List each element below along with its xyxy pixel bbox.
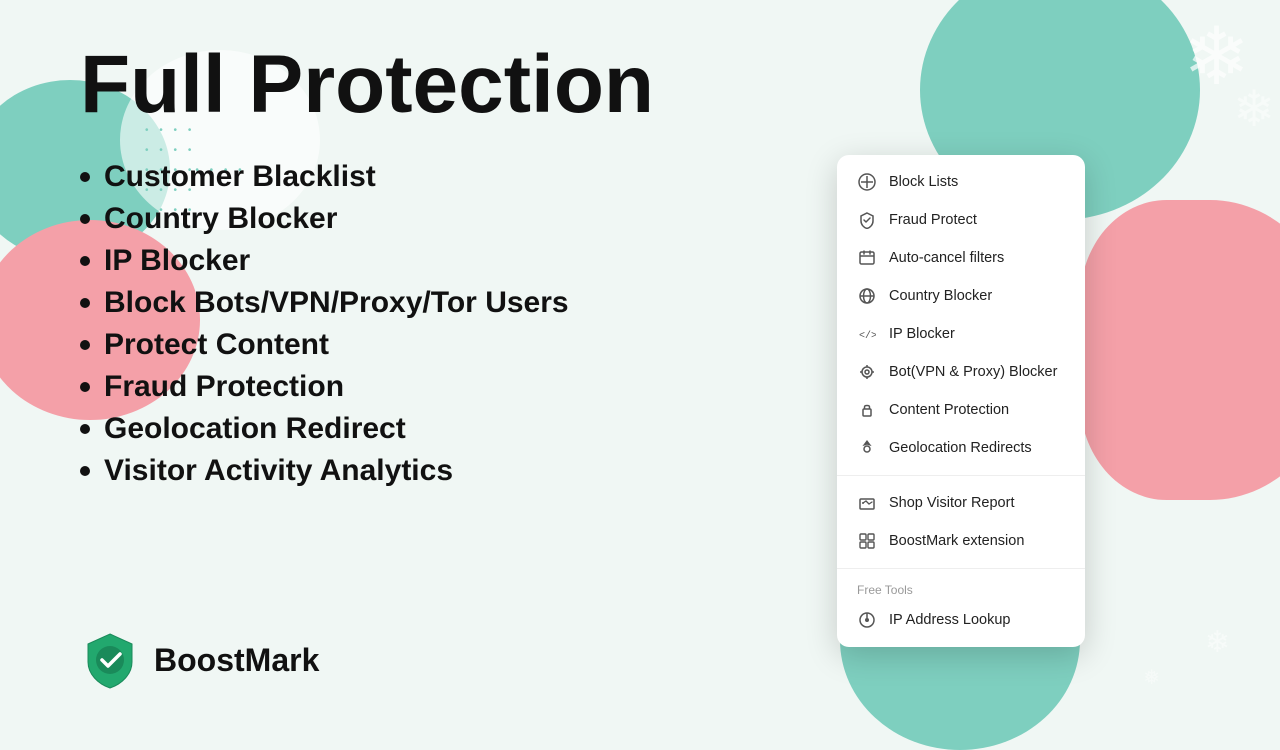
menu-item-boostmark-extension[interactable]: BoostMark extension <box>837 522 1085 560</box>
menu-item-block-lists-label: Block Lists <box>889 174 958 190</box>
logo-area: BoostMark <box>80 630 319 690</box>
logo-text: BoostMark <box>154 642 319 679</box>
feature-list-item: Protect Content <box>80 328 1280 362</box>
geolocation-icon <box>857 438 877 458</box>
menu-item-ip-blocker[interactable]: </> IP Blocker <box>837 315 1085 353</box>
content-protection-icon <box>857 400 877 420</box>
auto-cancel-icon <box>857 248 877 268</box>
menu-item-country-blocker[interactable]: Country Blocker <box>837 277 1085 315</box>
menu-item-auto-cancel[interactable]: Auto-cancel filters <box>837 239 1085 277</box>
ip-blocker-icon: </> <box>857 324 877 344</box>
country-blocker-icon <box>857 286 877 306</box>
menu-item-ip-address-lookup[interactable]: IP Address Lookup <box>837 601 1085 639</box>
logo-icon <box>80 630 140 690</box>
feature-list-item: Customer Blacklist <box>80 160 1280 194</box>
feature-list-item: Geolocation Redirect <box>80 412 1280 446</box>
menu-item-bot-blocker[interactable]: Bot(VPN & Proxy) Blocker <box>837 353 1085 391</box>
menu-item-ip-address-lookup-label: IP Address Lookup <box>889 612 1010 628</box>
feature-list-item: IP Blocker <box>80 244 1280 278</box>
page-title: Full Protection <box>80 40 1280 130</box>
feature-list-item: Visitor Activity Analytics <box>80 454 1280 488</box>
menu-item-shop-visitor-report[interactable]: Shop Visitor Report <box>837 484 1085 522</box>
menu-item-fraud-protect-label: Fraud Protect <box>889 212 977 228</box>
svg-text:</>: </> <box>859 330 876 342</box>
snowflake-decoration-3: ❄ <box>1205 625 1230 660</box>
bot-blocker-icon <box>857 362 877 382</box>
menu-item-shop-visitor-label: Shop Visitor Report <box>889 495 1014 511</box>
main-content: Full Protection Customer Blacklist Countr… <box>0 0 1280 488</box>
block-lists-icon <box>857 172 877 192</box>
menu-item-geolocation-redirects-label: Geolocation Redirects <box>889 440 1032 456</box>
menu-divider-2 <box>837 568 1085 569</box>
menu-item-block-lists[interactable]: Block Lists <box>837 163 1085 201</box>
menu-section-label-free-tools: Free Tools <box>837 577 1085 601</box>
feature-list-item: Block Bots/VPN/Proxy/Tor Users <box>80 286 1280 320</box>
extension-icon <box>857 531 877 551</box>
menu-item-ip-blocker-label: IP Blocker <box>889 326 955 342</box>
ip-lookup-icon <box>857 610 877 630</box>
menu-item-auto-cancel-label: Auto-cancel filters <box>889 250 1004 266</box>
feature-list-item: Country Blocker <box>80 202 1280 236</box>
menu-item-content-protection-label: Content Protection <box>889 402 1009 418</box>
menu-item-bot-blocker-label: Bot(VPN & Proxy) Blocker <box>889 364 1057 380</box>
dropdown-menu: Block Lists Fraud Protect Auto-cancel fi… <box>837 155 1085 647</box>
menu-item-geolocation-redirects[interactable]: Geolocation Redirects <box>837 429 1085 467</box>
menu-item-fraud-protect[interactable]: Fraud Protect <box>837 201 1085 239</box>
menu-item-boostmark-extension-label: BoostMark extension <box>889 533 1024 549</box>
menu-item-country-blocker-label: Country Blocker <box>889 288 992 304</box>
menu-item-content-protection[interactable]: Content Protection <box>837 391 1085 429</box>
features-list: Customer Blacklist Country Blocker IP Bloc… <box>80 160 1280 488</box>
shop-report-icon <box>857 493 877 513</box>
feature-list-item: Fraud Protection <box>80 370 1280 404</box>
fraud-protect-icon <box>857 210 877 230</box>
snowflake-decoration-4: ❅ <box>1143 665 1160 690</box>
menu-divider-1 <box>837 475 1085 476</box>
